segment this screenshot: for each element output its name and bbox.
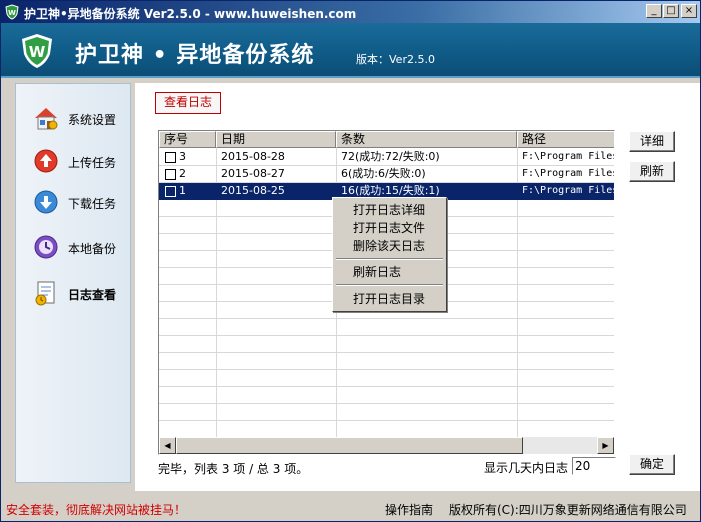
grid-row-line (159, 352, 614, 353)
cell-date: 2015-08-25 (221, 184, 285, 197)
days-label: 显示几天内日志 (484, 461, 569, 475)
sidebar-item-label: 下载任务 (68, 197, 117, 211)
cell-date: 2015-08-27 (221, 167, 285, 180)
close-button[interactable]: × (681, 4, 697, 18)
sidebar-item-label: 上传任务 (68, 156, 117, 170)
sidebar-item-download-tasks[interactable]: 下载任务 (16, 184, 132, 220)
grid-row-line (159, 403, 614, 404)
sidebar: 系统设置 上传任务 下载任务 本地备份 日志查看 (15, 83, 131, 483)
row-checkbox[interactable] (165, 186, 176, 197)
svg-text:W: W (8, 9, 16, 17)
app-shield-icon: W (5, 4, 19, 20)
sidebar-item-local-backup[interactable]: 本地备份 (16, 229, 132, 265)
upload-arrow-icon (34, 149, 58, 173)
shield-w-logo-icon: W (22, 34, 52, 68)
menu-separator (336, 258, 443, 260)
menu-separator (336, 284, 443, 286)
scroll-right-arrow-icon[interactable]: ▶ (597, 437, 614, 454)
cell-no: 2 (179, 167, 186, 180)
grid-row-line (159, 369, 614, 370)
app-title: 护卫神 • 异地备份系统 (75, 43, 315, 68)
view-log-button[interactable]: 查看日志 (155, 92, 221, 114)
guide-link[interactable]: 操作指南 (385, 501, 433, 518)
footer-bar: 安全套装，彻底解决网站被挂马！ 操作指南 版权所有(C):四川万象更新网络通信有… (1, 497, 700, 521)
minimize-button[interactable]: _ (646, 4, 662, 18)
svg-text:W: W (29, 43, 46, 61)
cell-no: 3 (179, 150, 186, 163)
cell-path: F:\Program Files (522, 185, 614, 196)
sidebar-item-system-settings[interactable]: 系统设置 (16, 100, 132, 136)
scroll-left-arrow-icon[interactable]: ◀ (159, 437, 176, 454)
menu-item-open-log-file[interactable]: 打开日志文件 (335, 219, 444, 237)
context-menu: 打开日志详细 打开日志文件 删除该天日志 刷新日志 打开日志目录 (332, 197, 447, 312)
header-banner: W 护卫神 • 异地备份系统 版本：Ver2.5.0 (1, 23, 700, 78)
column-header-path[interactable]: 路径 (517, 131, 614, 148)
column-header-date[interactable]: 日期 (216, 131, 336, 148)
grid-row-line (159, 420, 614, 421)
grid-row-line (159, 335, 614, 336)
title-bar[interactable]: W 护卫神•异地备份系统 Ver2.5.0 - www.huweishen.co… (1, 1, 700, 23)
clock-backup-icon (34, 235, 58, 259)
sidebar-item-upload-tasks[interactable]: 上传任务 (16, 143, 132, 179)
version-label: 版本：Ver2.5.0 (356, 53, 435, 66)
promo-warning-link[interactable]: 安全套装，彻底解决网站被挂马！ (6, 501, 186, 518)
menu-item-open-log-folder[interactable]: 打开日志目录 (335, 290, 444, 308)
scrollbar-thumb[interactable] (176, 437, 523, 454)
maximize-button[interactable]: □ (663, 4, 679, 18)
status-summary: 完毕，列表 3 项 / 总 3 项。 (158, 462, 309, 476)
days-input[interactable] (572, 457, 616, 475)
cell-path: F:\Program Files (522, 168, 614, 179)
grid-row-line (159, 386, 614, 387)
app-window: W 护卫神•异地备份系统 Ver2.5.0 - www.huweishen.co… (0, 0, 701, 522)
grid-row-line (159, 318, 614, 319)
refresh-button[interactable]: 刷新 (629, 161, 675, 182)
cell-no: 1 (179, 184, 186, 197)
detail-button[interactable]: 详细 (629, 131, 675, 152)
menu-item-open-log-detail[interactable]: 打开日志详细 (335, 201, 444, 219)
cell-date: 2015-08-28 (221, 150, 285, 163)
house-settings-icon (35, 108, 58, 130)
column-header-count[interactable]: 条数 (336, 131, 517, 148)
ok-button[interactable]: 确定 (629, 454, 675, 475)
row-checkbox[interactable] (165, 169, 176, 180)
row-checkbox[interactable] (165, 152, 176, 163)
window-title: 护卫神•异地备份系统 Ver2.5.0 - www.huweishen.com (24, 7, 357, 21)
sidebar-item-label: 系统设置 (68, 113, 117, 127)
column-header-no[interactable]: 序号 (159, 131, 216, 148)
menu-item-delete-day-log[interactable]: 删除该天日志 (335, 237, 444, 255)
cell-count: 6(成功:6/失败:0) (341, 167, 426, 180)
horizontal-scrollbar[interactable]: ◀ ▶ (159, 437, 614, 454)
sidebar-item-label: 本地备份 (68, 242, 117, 256)
sidebar-item-label: 日志查看 (68, 288, 117, 302)
menu-item-refresh-log[interactable]: 刷新日志 (335, 263, 444, 281)
table-row[interactable]: 2 2015-08-27 6(成功:6/失败:0) F:\Program Fil… (159, 166, 614, 183)
download-arrow-icon (34, 190, 58, 214)
copyright-text: 版权所有(C):四川万象更新网络通信有限公司 (449, 503, 687, 517)
log-document-icon (35, 281, 55, 306)
cell-path: F:\Program Files (522, 151, 614, 162)
sidebar-item-log-view[interactable]: 日志查看 (16, 275, 132, 311)
cell-count: 72(成功:72/失败:0) (341, 150, 440, 163)
table-row[interactable]: 3 2015-08-28 72(成功:72/失败:0) F:\Program F… (159, 149, 614, 166)
